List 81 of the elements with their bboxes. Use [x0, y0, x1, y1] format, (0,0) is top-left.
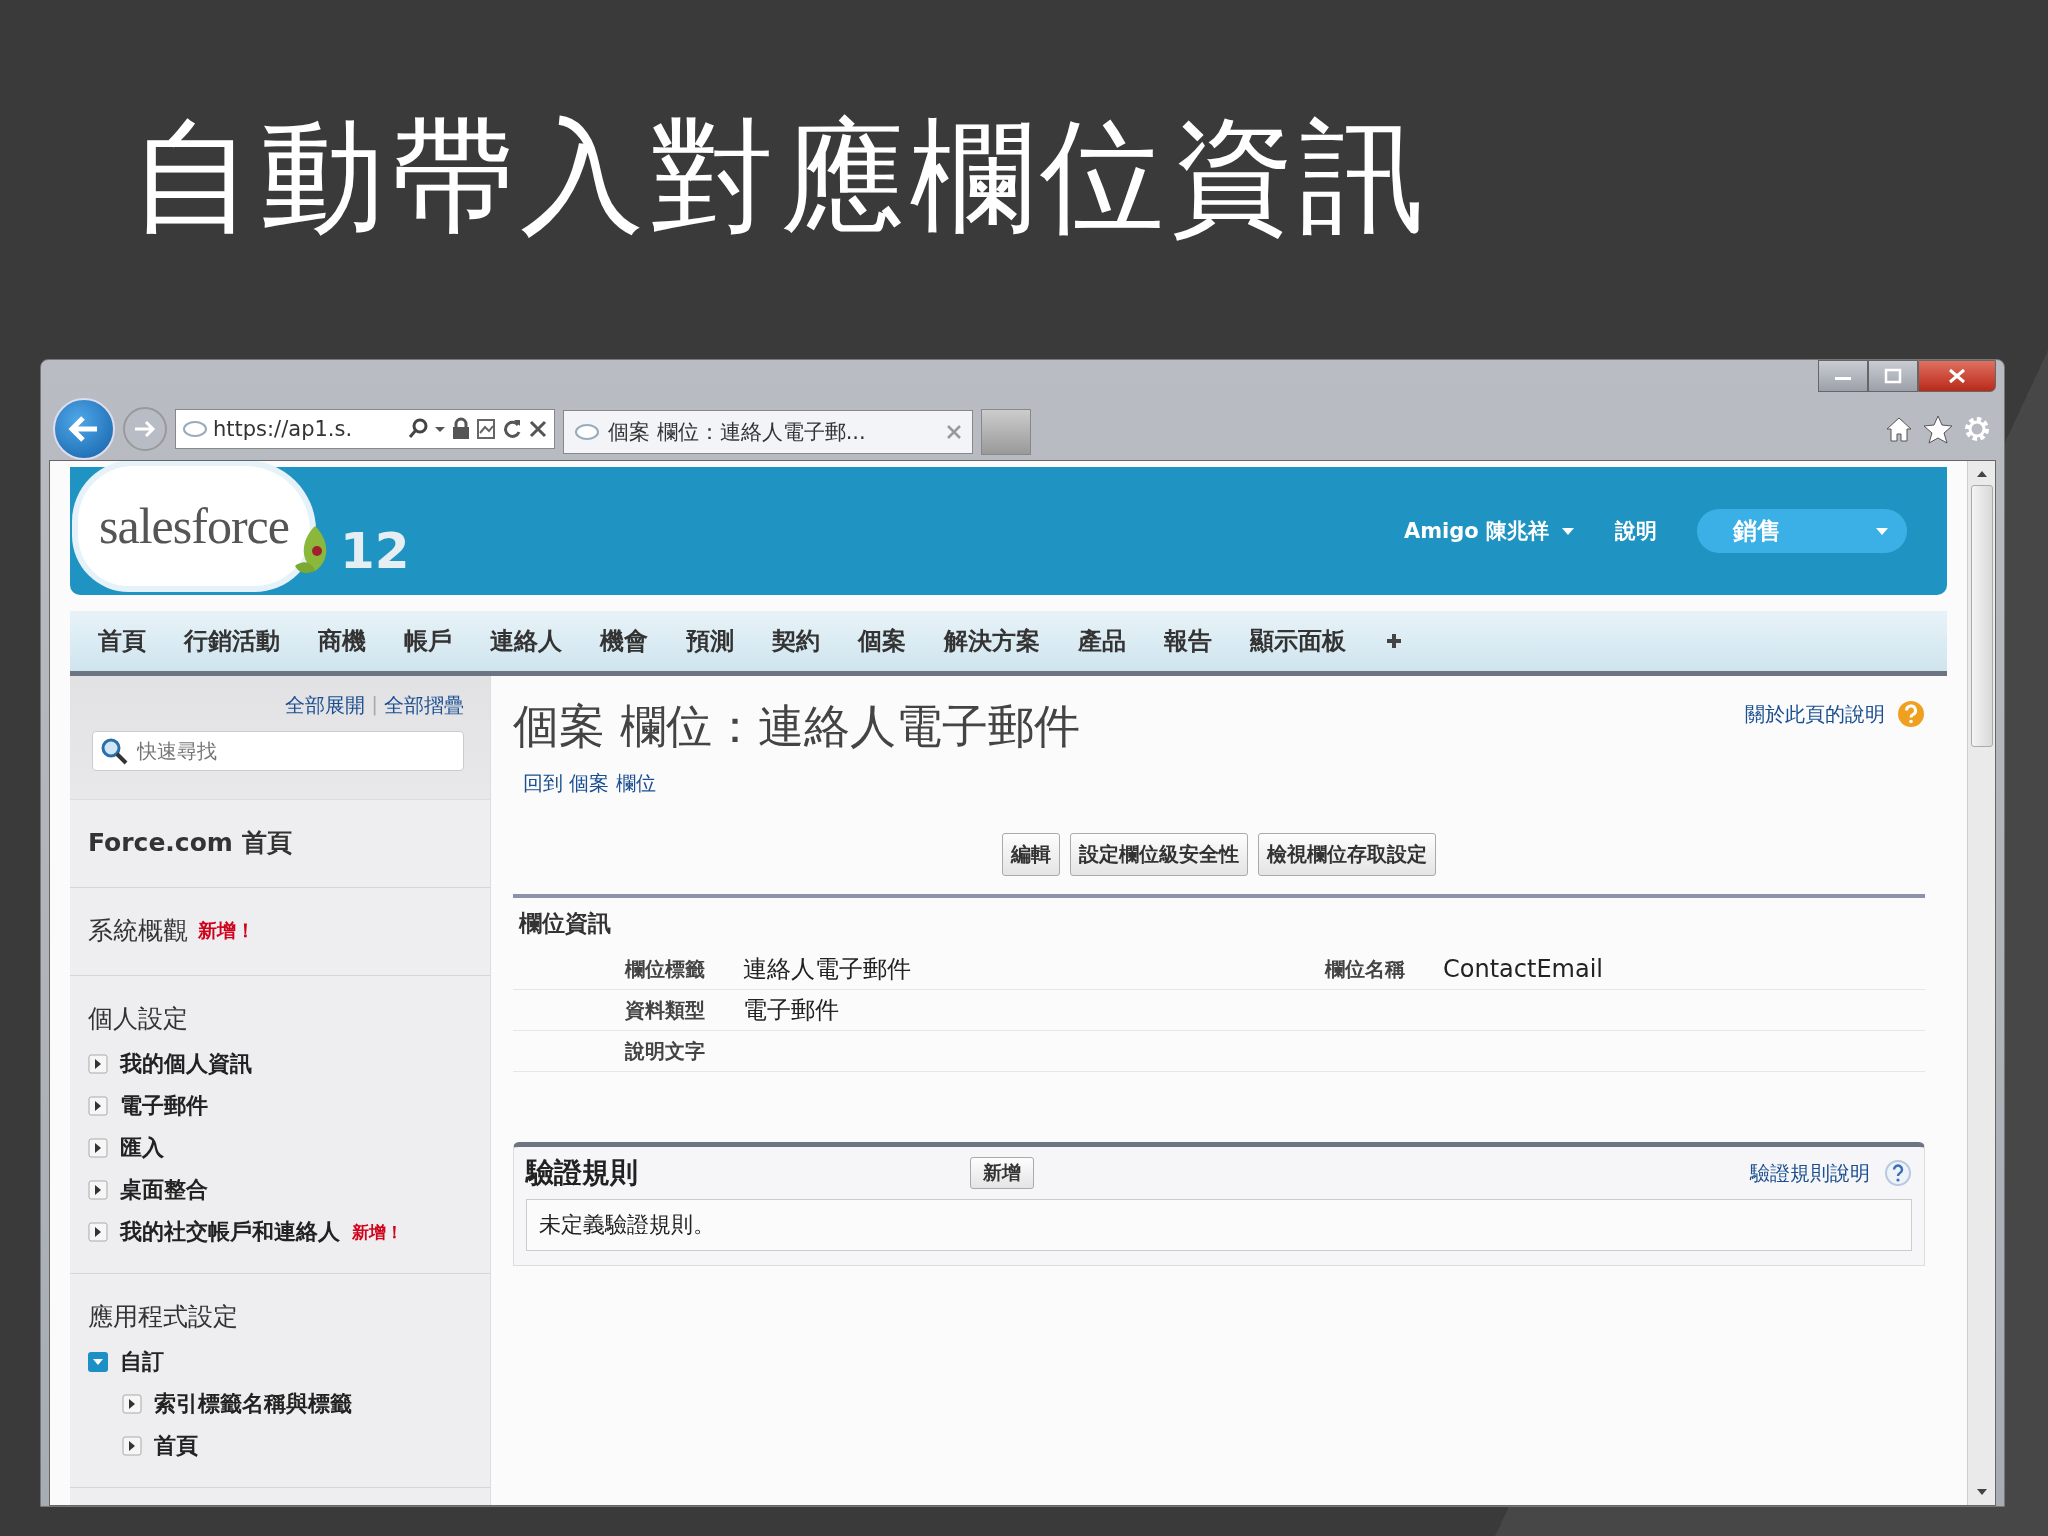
sidebar-item[interactable]: 匯入: [120, 1133, 164, 1164]
address-bar[interactable]: https://ap1.s.: [175, 409, 555, 450]
slide-title: 自動帶入對應欄位資訊: [130, 108, 1430, 245]
nav-tab[interactable]: 報告: [1164, 625, 1212, 658]
release-number: 12: [340, 522, 410, 581]
sidebar-item[interactable]: 我的社交帳戶和連絡人: [120, 1217, 340, 1248]
nav-tab[interactable]: 機會: [600, 625, 648, 658]
lock-icon: [451, 417, 471, 442]
help-link[interactable]: 說明: [1615, 517, 1657, 546]
nav-tab[interactable]: 顯示面板: [1250, 625, 1346, 658]
sidebar-item[interactable]: 電子郵件: [120, 1091, 208, 1122]
new-label: 新增！: [198, 917, 255, 943]
nav-tab[interactable]: 連絡人: [490, 625, 562, 658]
separator: |: [371, 692, 378, 719]
maximize-button[interactable]: [1868, 360, 1918, 393]
sidebar-item[interactable]: 索引標籤名稱與標籤: [154, 1389, 352, 1420]
field-value: 連絡人電子郵件: [743, 954, 911, 986]
nav-tab[interactable]: 首頁: [98, 625, 146, 658]
field-value: ContactEmail: [1443, 955, 1603, 984]
page-icon: [574, 422, 600, 443]
collapse-icon[interactable]: [88, 1352, 108, 1373]
section-title[interactable]: 系統概觀: [88, 914, 188, 948]
sidebar-item[interactable]: 自訂: [120, 1347, 164, 1378]
expand-icon[interactable]: [88, 1054, 108, 1075]
star-icon[interactable]: [1922, 414, 1954, 445]
page-icon: [182, 419, 208, 440]
page-help-link[interactable]: 關於此頁的說明: [1745, 700, 1885, 728]
expand-icon[interactable]: [122, 1436, 142, 1457]
expand-icon[interactable]: [88, 1096, 108, 1117]
field-label: 欄位標籤: [623, 955, 706, 983]
expand-icon[interactable]: [122, 1394, 142, 1415]
user-menu[interactable]: Amigo 陳兆祥: [1403, 517, 1575, 546]
validation-help-link[interactable]: 驗證規則說明: [1750, 1159, 1870, 1187]
close-button[interactable]: [1918, 360, 1996, 393]
close-icon[interactable]: [1948, 368, 1966, 385]
nav-tab[interactable]: 預測: [686, 625, 734, 658]
browser-tab[interactable]: 個案 欄位：連絡人電子郵...: [563, 410, 973, 455]
nav-tab[interactable]: 解決方案: [944, 625, 1040, 658]
nav-tab[interactable]: 契約: [772, 625, 820, 658]
field-label: 欄位名稱: [1323, 955, 1406, 983]
close-tab-icon[interactable]: [946, 424, 962, 441]
caret-icon[interactable]: [1561, 526, 1575, 537]
quick-find-field[interactable]: 快速尋找: [92, 731, 464, 772]
expand-icon[interactable]: [88, 1180, 108, 1201]
sidebar-item[interactable]: 桌面整合: [120, 1175, 208, 1206]
expand-all-link[interactable]: 全部展開: [285, 692, 366, 720]
new-label: 新增！: [352, 1220, 403, 1244]
tab-title: 個案 欄位：連絡人電子郵...: [608, 419, 867, 447]
scroll-up-icon[interactable]: [1974, 469, 1989, 480]
new-button[interactable]: 新增: [970, 1157, 1034, 1190]
sidebar-item[interactable]: 我的個人資訊: [120, 1049, 252, 1080]
nav-tab[interactable]: 個案: [858, 625, 906, 658]
action-button[interactable]: 設定欄位級安全性: [1070, 833, 1248, 877]
expand-icon[interactable]: [88, 1138, 108, 1159]
nav-tab[interactable]: 行銷活動: [184, 625, 280, 658]
action-button[interactable]: 編輯: [1002, 833, 1060, 877]
nav-tab[interactable]: 產品: [1078, 625, 1126, 658]
help-icon[interactable]: [1884, 1159, 1912, 1188]
sidebar-item[interactable]: 首頁: [154, 1431, 198, 1462]
back-link[interactable]: 回到 個案 欄位: [523, 770, 656, 798]
nav-tab[interactable]: 帳戶: [404, 625, 452, 658]
scroll-thumb[interactable]: [1970, 485, 1993, 748]
nav-tab[interactable]: 商機: [318, 625, 366, 658]
scrollbar[interactable]: [1967, 461, 1995, 1506]
section-title[interactable]: 個人設定: [88, 1002, 188, 1036]
field-label: 說明文字: [624, 1037, 706, 1065]
field-value: 電子郵件: [743, 995, 839, 1027]
section-title[interactable]: 應用程式設定: [88, 1300, 238, 1334]
minimize-button[interactable]: [1818, 360, 1868, 393]
collapse-all-link[interactable]: 全部摺疊: [384, 692, 464, 720]
section-heading: 欄位資訊: [517, 909, 612, 939]
section-heading: 驗證規則: [526, 1155, 639, 1192]
search-icon: [100, 737, 128, 766]
page-title: 個案 欄位：連絡人電子郵件: [513, 698, 1080, 756]
field-label: 資料類型: [624, 996, 706, 1024]
forward-button[interactable]: [123, 407, 167, 452]
section-title[interactable]: Force.com 首頁: [88, 826, 292, 860]
action-button[interactable]: 檢視欄位存取設定: [1258, 833, 1436, 877]
logo-text: salesforce: [99, 497, 289, 556]
empty-message: 未定義驗證規則。: [526, 1199, 1912, 1252]
expand-icon[interactable]: [88, 1222, 108, 1243]
